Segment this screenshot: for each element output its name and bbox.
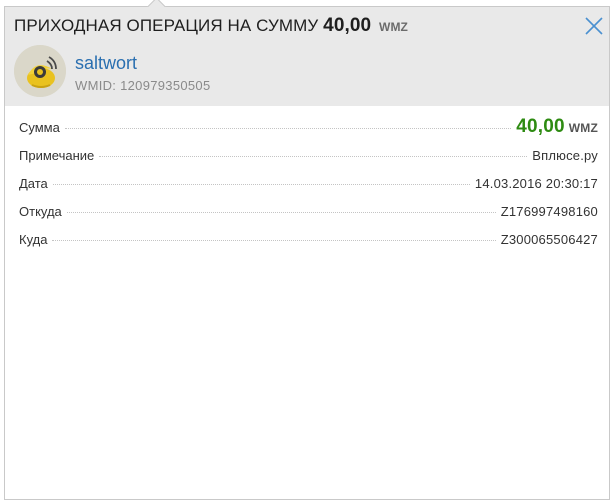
close-icon[interactable]	[584, 16, 604, 36]
webmoney-logo-icon	[14, 45, 66, 97]
detail-value: Вплюсе.ру	[532, 148, 598, 163]
detail-row-date: Дата 14.03.2016 20:30:17	[19, 176, 598, 204]
dotted-leader	[99, 156, 528, 157]
transaction-details: Сумма 40,00 WMZ Примечание Вплюсе.ру Дата…	[19, 116, 598, 260]
detail-label: Дата	[19, 176, 48, 191]
detail-label: Примечание	[19, 148, 95, 163]
dotted-leader	[64, 128, 512, 129]
detail-label: Куда	[19, 232, 48, 247]
dotted-leader	[52, 184, 470, 185]
user-wmid: WMID: 120979350505	[75, 78, 211, 93]
avatar	[14, 45, 66, 97]
user-name-link[interactable]: saltwort	[75, 53, 137, 74]
dialog-title: ПРИХОДНАЯ ОПЕРАЦИЯ НА СУММУ 40,00 WMZ	[14, 15, 408, 37]
detail-value: 40,00 WMZ	[516, 116, 598, 138]
detail-value: Z176997498160	[500, 204, 598, 219]
detail-label: Откуда	[19, 204, 62, 219]
detail-row-from: Откуда Z176997498160	[19, 204, 598, 232]
dotted-leader	[52, 240, 496, 241]
sum-amount: 40,00	[516, 116, 565, 137]
title-currency: WMZ	[379, 20, 408, 34]
title-amount: 40,00	[323, 15, 372, 36]
sum-currency: WMZ	[568, 121, 598, 135]
dotted-leader	[66, 212, 496, 213]
transaction-dialog: ПРИХОДНАЯ ОПЕРАЦИЯ НА СУММУ 40,00 WMZ sa…	[4, 0, 610, 500]
detail-label: Сумма	[19, 120, 60, 135]
detail-row-to: Куда Z300065506427	[19, 232, 598, 260]
title-prefix: ПРИХОДНАЯ ОПЕРАЦИЯ НА СУММУ	[14, 16, 319, 35]
dialog-header: ПРИХОДНАЯ ОПЕРАЦИЯ НА СУММУ 40,00 WMZ sa…	[5, 7, 609, 106]
detail-value: 14.03.2016 20:30:17	[474, 176, 598, 191]
detail-value: Z300065506427	[500, 232, 598, 247]
detail-row-sum: Сумма 40,00 WMZ	[19, 116, 598, 148]
detail-row-note: Примечание Вплюсе.ру	[19, 148, 598, 176]
